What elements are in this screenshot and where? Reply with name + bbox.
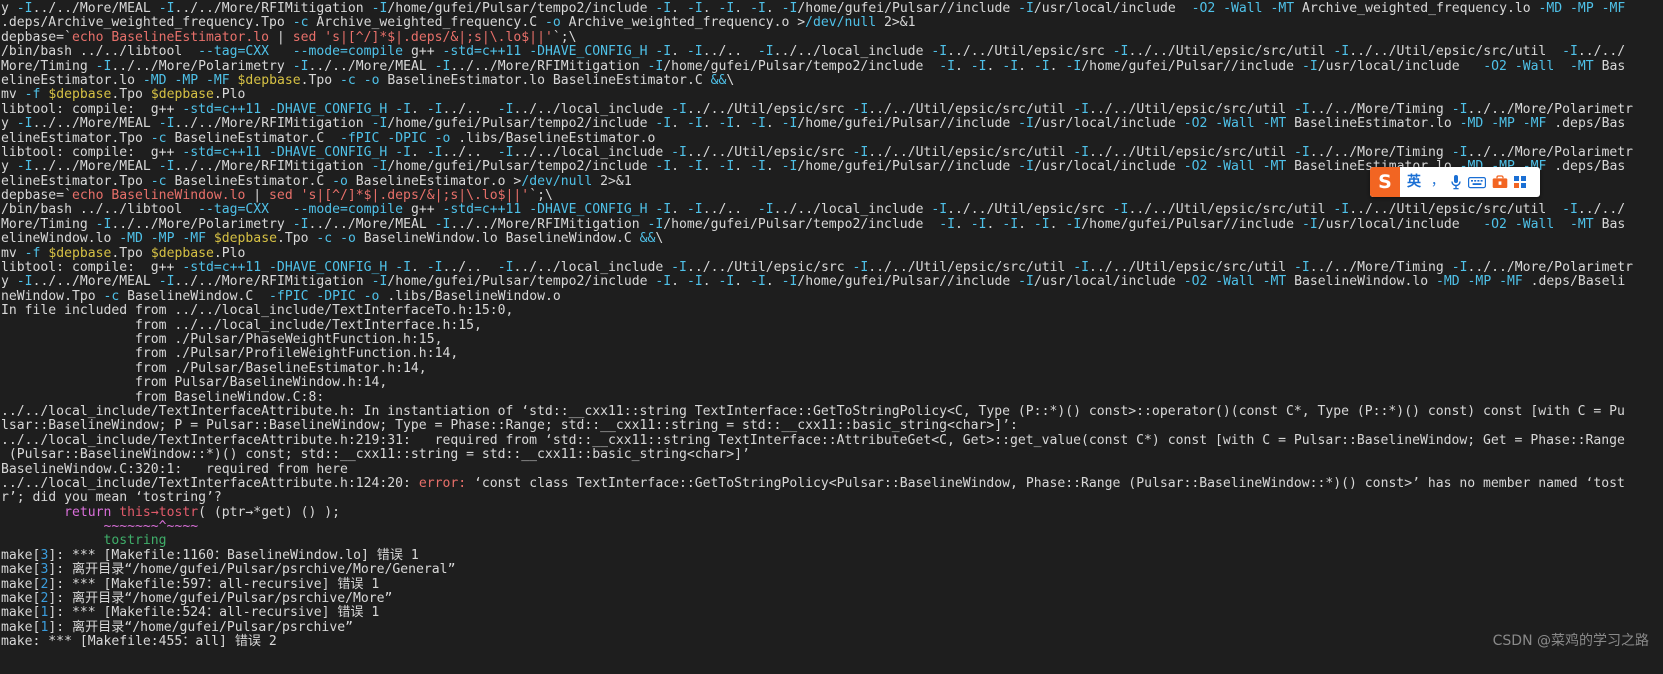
terminal-line: from ./Pulsar/PhaseWeightFunction.h:15, [1, 331, 443, 347]
terminal-line: More/Timing -I../../More/Polarimetry -I.… [1, 58, 1626, 74]
terminal-line: lsar::BaselineWindow; P = Pulsar::Baseli… [1, 418, 1018, 434]
terminal-line: libtool: compile: g++ -std=c++11 -DHAVE_… [1, 260, 1634, 276]
csdn-watermark: CSDN @菜鸡的学习之路 [1492, 632, 1649, 649]
terminal-line: depbase=`echo BaselineEstimator.lo | sed… [1, 29, 577, 45]
microphone-icon[interactable] [1447, 167, 1465, 197]
sogou-logo-icon[interactable]: S [1370, 167, 1400, 197]
terminal-line: y -I../../More/MEAL -I../../More/RFIMiti… [1, 274, 1626, 290]
ime-language-mode-button[interactable]: 英 [1400, 167, 1428, 197]
terminal-line: mv -f $depbase.Tpo $depbase.Plo [1, 245, 246, 261]
terminal-line: make[1]: *** [Makefile:524：all-recursive… [1, 605, 380, 621]
terminal-line: libtool: compile: g++ -std=c++11 -DHAVE_… [1, 144, 1634, 160]
terminal-line: make[2]: *** [Makefile:597：all-recursive… [1, 576, 380, 592]
terminal-line: mv -f $depbase.Tpo $depbase.Plo [1, 87, 246, 103]
toolbox-icon[interactable] [1489, 167, 1511, 197]
terminal-line: elineEstimator.Tpo -c BaselineEstimator.… [1, 130, 656, 146]
terminal-line: from ./Pulsar/ProfileWeightFunction.h:14… [1, 346, 459, 362]
terminal-line: from ./Pulsar/BaselineEstimator.h:14, [1, 360, 427, 376]
terminal-line: make: *** [Makefile:455：all] 错误 2 [1, 634, 277, 650]
terminal-line: elineWindow.lo -MD -MP -MF $depbase.Tpo … [1, 231, 664, 247]
terminal-line: In file included from ../../local_includ… [1, 303, 514, 319]
terminal-line: libtool: compile: g++ -std=c++11 -DHAVE_… [1, 101, 1634, 117]
terminal-line: BaselineWindow.C:320:1: required from he… [1, 461, 348, 477]
terminal-line: from BaselineWindow.C:8: [1, 389, 325, 405]
terminal-line: return this→tostr( (ptr→*get) () ); [64, 504, 341, 520]
terminal-line: ../../local_include/TextInterfaceAttribu… [1, 475, 1625, 491]
terminal-line: ../../local_include/TextInterfaceAttribu… [1, 403, 1625, 419]
ime-punctuation-mode-button[interactable]: ， [1428, 167, 1447, 197]
terminal-line: (Pulsar::BaselineWindow::*)() const; std… [1, 447, 750, 463]
terminal-line: /bin/bash ../../libtool --tag=CXX --mode… [1, 44, 1626, 60]
terminal-line: ../../local_include/TextInterfaceAttribu… [1, 432, 1625, 448]
terminal-line: from ../../local_include/TextInterface.h… [1, 317, 482, 333]
keyboard-icon[interactable] [1465, 167, 1489, 197]
terminal-line: elineEstimator.lo -MD -MP -MF $depbase.T… [1, 72, 735, 88]
terminal-line: .deps/Archive_weighted_frequency.Tpo -c … [1, 15, 916, 31]
sogou-ime-toolbar[interactable]: S 英 ， [1370, 167, 1540, 197]
terminal-line: y -I../../More/MEAL -I../../More/RFIMiti… [1, 1, 1626, 16]
terminal-line: r’; did you mean ‘tostring’? [1, 490, 222, 506]
terminal-window[interactable]: y -I../../More/MEAL -I../../More/RFIMiti… [0, 0, 1663, 674]
terminal-line: ~~~~~~~^~~~~ [103, 519, 199, 535]
terminal-line: y -I../../More/MEAL -I../../More/RFIMiti… [1, 116, 1626, 132]
terminal-line: tostring [103, 533, 167, 549]
terminal-line: neWindow.Tpo -c BaselineWindow.C -fPIC -… [1, 288, 561, 304]
app-grid-icon[interactable] [1511, 167, 1529, 197]
terminal-line: from Pulsar/BaselineWindow.h:14, [1, 375, 388, 391]
terminal-line: make[3]: 离开目录“/home/gufei/Pulsar/psrchiv… [1, 562, 456, 578]
terminal-line: More/Timing -I../../More/Polarimetry -I.… [1, 216, 1626, 232]
terminal-output: y -I../../More/MEAL -I../../More/RFIMiti… [0, 1, 1663, 650]
terminal-line: /bin/bash ../../libtool --tag=CXX --mode… [1, 202, 1626, 218]
